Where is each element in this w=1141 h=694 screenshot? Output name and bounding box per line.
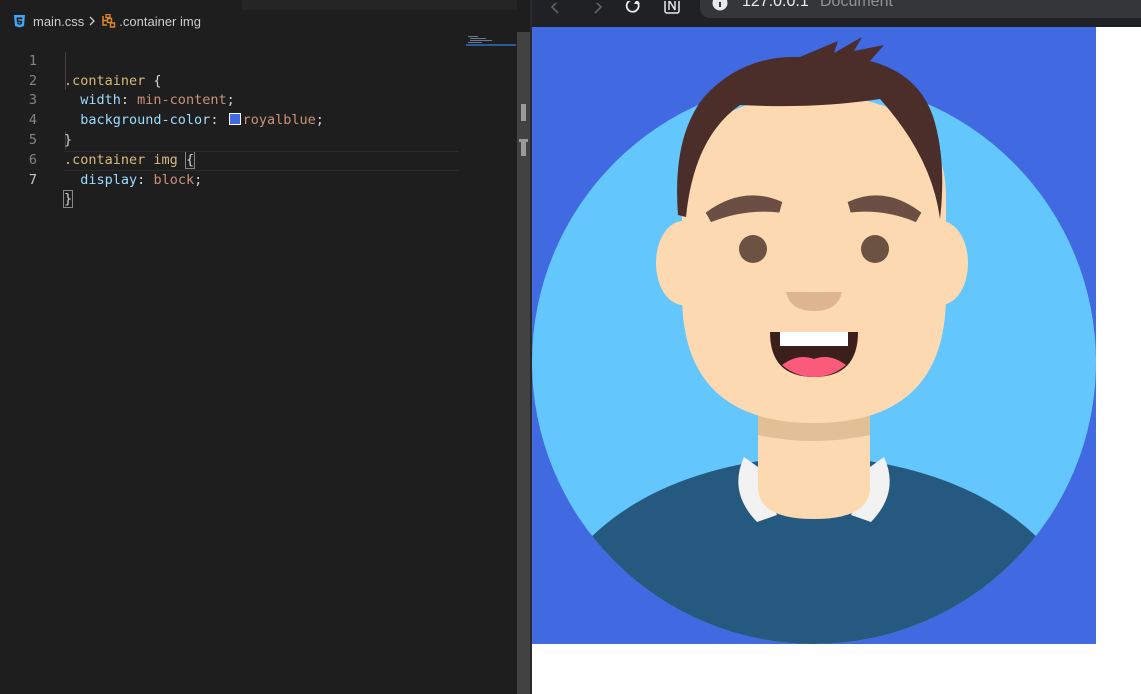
- teeth: [780, 332, 848, 346]
- minimap[interactable]: [466, 36, 516, 48]
- code-line[interactable]: 6 display: block;: [0, 131, 517, 188]
- css-property: display: [80, 171, 138, 188]
- notion-extension-icon[interactable]: [662, 0, 682, 20]
- code-line-active[interactable]: 7 }: [0, 150, 517, 209]
- css-value: block: [153, 171, 195, 188]
- chevron-right-icon: [88, 14, 98, 28]
- editor-tab-strip: [0, 0, 517, 10]
- css-selector-icon: [101, 14, 117, 28]
- close-brace-matched: }: [62, 190, 74, 209]
- code-line[interactable]: 3 background-color: royalblue;: [0, 72, 517, 128]
- code-line[interactable]: 1 .container {: [0, 32, 517, 89]
- code-editor: main.css .container img 1 .container { 2…: [0, 0, 517, 694]
- line-number-current: 7: [28, 171, 37, 188]
- code-line[interactable]: 2 width: min-content;: [0, 52, 517, 109]
- code-line[interactable]: 5 .container img {: [0, 111, 517, 169]
- css3-icon: [12, 14, 26, 28]
- editor-scrollbar-thumb[interactable]: [517, 32, 530, 694]
- container-div: [532, 27, 1096, 644]
- browser-toolbar: 127.0.0.1 Document: [532, 0, 1141, 27]
- avatar-illustration: [532, 27, 1096, 644]
- site-info-icon[interactable]: [712, 0, 728, 11]
- breadcrumb: main.css .container img: [0, 10, 517, 32]
- reload-icon[interactable]: [624, 0, 644, 20]
- code-line[interactable]: 4 }: [0, 91, 517, 148]
- forward-arrow-icon[interactable]: [588, 0, 608, 20]
- breadcrumb-file[interactable]: main.css: [33, 14, 84, 29]
- eye-right: [861, 235, 889, 263]
- page-title-text: Document: [820, 0, 893, 10]
- url-text[interactable]: 127.0.0.1: [742, 0, 809, 11]
- browser-viewport: [532, 27, 1141, 694]
- browser-window: 127.0.0.1 Document: [532, 0, 1141, 694]
- semicolon: ;: [194, 171, 203, 188]
- colon: :: [137, 171, 154, 188]
- scrollbar-marker: [519, 139, 528, 156]
- scrollbar-marker: [521, 104, 526, 121]
- eye-left: [739, 235, 767, 263]
- back-arrow-icon[interactable]: [546, 0, 566, 20]
- breadcrumb-selector[interactable]: .container img: [119, 14, 201, 29]
- code-area[interactable]: 1 .container { 2 width: min-content; 3 b…: [0, 32, 517, 209]
- address-bar[interactable]: 127.0.0.1 Document: [700, 0, 1141, 18]
- tab-main-css[interactable]: [0, 0, 242, 10]
- minimap-slider[interactable]: [466, 44, 516, 46]
